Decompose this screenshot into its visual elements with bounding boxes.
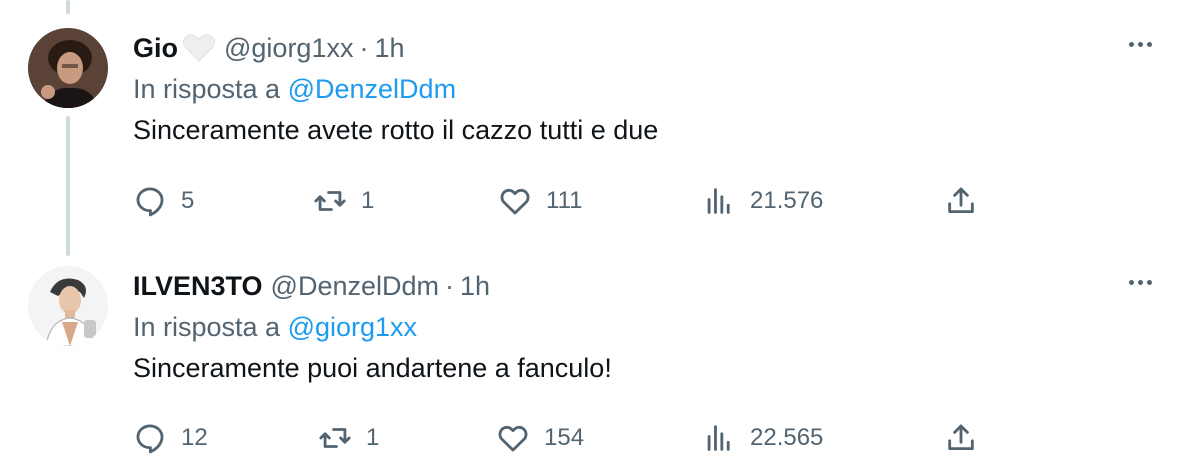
display-name[interactable]: ILVEN3TO bbox=[133, 271, 263, 302]
heart-icon bbox=[498, 425, 528, 452]
more-dot bbox=[1128, 279, 1134, 285]
reply-button[interactable]: 12 bbox=[133, 421, 208, 455]
separator-dot: · bbox=[359, 32, 369, 63]
reply-icon bbox=[136, 187, 164, 217]
views-button[interactable]: 22.565 bbox=[702, 421, 823, 455]
reply-context: In risposta a @DenzelDdm bbox=[133, 74, 1152, 105]
reply-button[interactable]: 5 bbox=[133, 184, 194, 218]
retweet-button[interactable]: 1 bbox=[313, 184, 374, 218]
views-count: 22.565 bbox=[750, 424, 824, 451]
reply-prefix: In risposta a bbox=[133, 312, 281, 342]
avatar-image bbox=[28, 28, 108, 108]
separator-dot: · bbox=[445, 270, 454, 301]
avatar-image bbox=[28, 266, 108, 346]
more-dot bbox=[1137, 41, 1143, 47]
more-options-button[interactable] bbox=[1120, 268, 1160, 296]
action-bar: 12 1 154 22.565 bbox=[0, 421, 1182, 457]
more-dot bbox=[1137, 279, 1143, 285]
avatar[interactable] bbox=[28, 28, 108, 108]
like-count: 111 bbox=[546, 187, 583, 214]
reply-count: 12 bbox=[181, 424, 208, 451]
timestamp[interactable]: 1h bbox=[460, 271, 490, 302]
views-count: 21.576 bbox=[750, 187, 824, 214]
display-name[interactable]: Gio bbox=[133, 33, 178, 64]
tweet-text: Sinceramente avete rotto il cazzo tutti … bbox=[133, 115, 659, 145]
retweet-count: 1 bbox=[361, 187, 375, 214]
share-button[interactable] bbox=[944, 184, 978, 218]
reply-context: In risposta a @giorg1xx bbox=[133, 312, 1152, 343]
retweet-icon bbox=[319, 428, 351, 448]
reply-mention-link[interactable]: @giorg1xx bbox=[288, 312, 417, 342]
reply-icon bbox=[136, 424, 164, 454]
share-icon bbox=[948, 424, 974, 451]
retweet-icon bbox=[314, 191, 346, 211]
reply-count: 5 bbox=[181, 187, 195, 214]
handle[interactable]: @giorg1xx bbox=[224, 33, 353, 64]
share-button[interactable] bbox=[944, 421, 978, 455]
like-button[interactable]: 154 bbox=[496, 421, 584, 455]
avatar[interactable] bbox=[28, 266, 108, 346]
more-dot bbox=[1146, 41, 1152, 47]
handle[interactable]: @DenzelDdm bbox=[271, 271, 439, 302]
more-dot bbox=[1128, 41, 1134, 47]
white-heart-icon bbox=[182, 33, 216, 63]
reply-prefix: In risposta a bbox=[133, 74, 281, 104]
more-options-button[interactable] bbox=[1120, 30, 1160, 58]
action-bar: 5 1 111 21.576 bbox=[0, 184, 1182, 220]
retweet-button[interactable]: 1 bbox=[318, 421, 379, 455]
tweet-text: Sinceramente puoi andartene a fanculo! bbox=[133, 353, 612, 383]
like-count: 154 bbox=[544, 424, 585, 451]
timestamp[interactable]: 1h bbox=[374, 33, 404, 64]
retweet-count: 1 bbox=[366, 424, 380, 451]
share-icon bbox=[948, 187, 974, 214]
like-button[interactable]: 111 bbox=[498, 184, 582, 218]
heart-icon bbox=[500, 188, 530, 215]
reply-mention-link[interactable]: @DenzelDdm bbox=[288, 74, 456, 104]
views-chart-icon bbox=[707, 188, 730, 214]
more-dot bbox=[1146, 279, 1152, 285]
views-button[interactable]: 21.576 bbox=[702, 184, 823, 218]
tweet[interactable]: ILVEN3TO @DenzelDdm · 1h In risposta a @… bbox=[0, 250, 1182, 474]
views-chart-icon bbox=[707, 425, 730, 451]
tweet[interactable]: Gio @giorg1xx · 1h In risposta a @Denzel… bbox=[0, 0, 1182, 250]
